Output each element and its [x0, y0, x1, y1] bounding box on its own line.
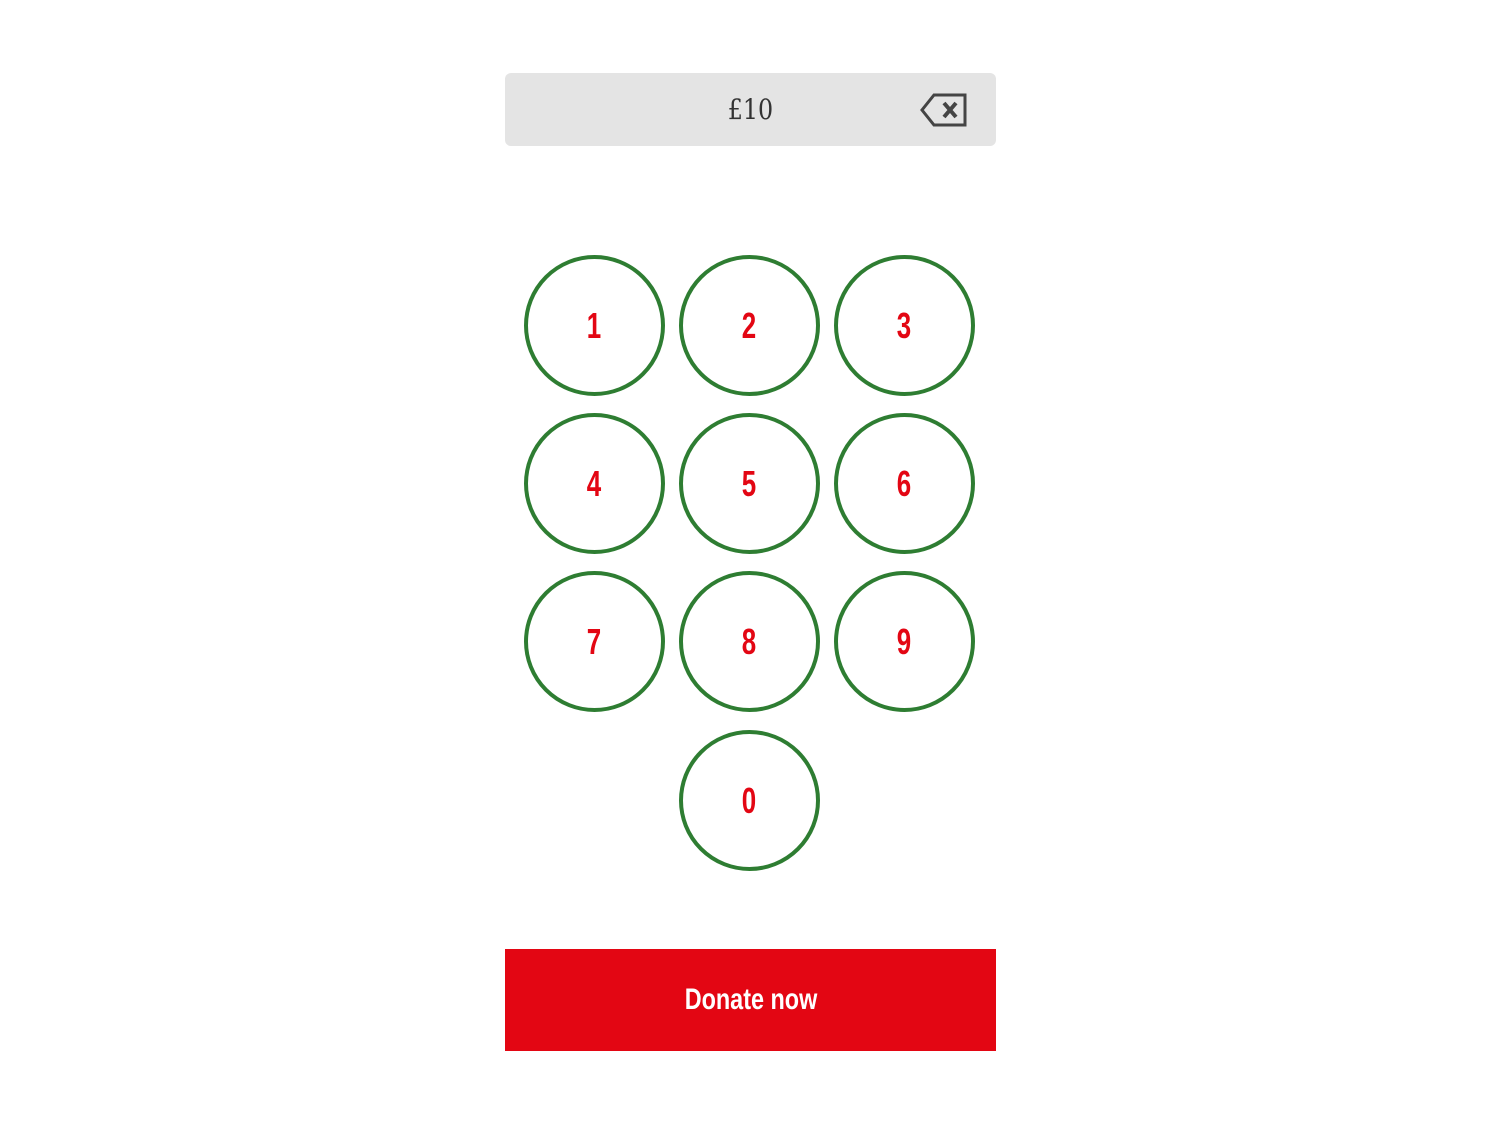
backspace-button[interactable] [920, 93, 968, 127]
key-label: 9 [897, 620, 912, 662]
key-5[interactable]: 5 [679, 413, 820, 554]
amount-value: £10 [727, 93, 774, 126]
key-label: 5 [742, 462, 757, 504]
key-label: 2 [742, 304, 757, 346]
key-9[interactable]: 9 [834, 571, 975, 712]
key-2[interactable]: 2 [679, 255, 820, 396]
key-label: 0 [742, 779, 757, 821]
donate-button-label: Donate now [684, 983, 817, 1016]
key-1[interactable]: 1 [524, 255, 665, 396]
key-0[interactable]: 0 [679, 730, 820, 871]
donate-now-button[interactable]: Donate now [505, 949, 996, 1051]
key-8[interactable]: 8 [679, 571, 820, 712]
key-3[interactable]: 3 [834, 255, 975, 396]
key-7[interactable]: 7 [524, 571, 665, 712]
key-label: 6 [897, 462, 912, 504]
key-label: 8 [742, 620, 757, 662]
key-label: 7 [587, 620, 602, 662]
backspace-icon [920, 93, 967, 127]
key-6[interactable]: 6 [834, 413, 975, 554]
key-label: 1 [587, 304, 602, 346]
key-4[interactable]: 4 [524, 413, 665, 554]
amount-display-field: £10 [505, 73, 996, 146]
key-label: 4 [587, 462, 602, 504]
key-label: 3 [897, 304, 912, 346]
